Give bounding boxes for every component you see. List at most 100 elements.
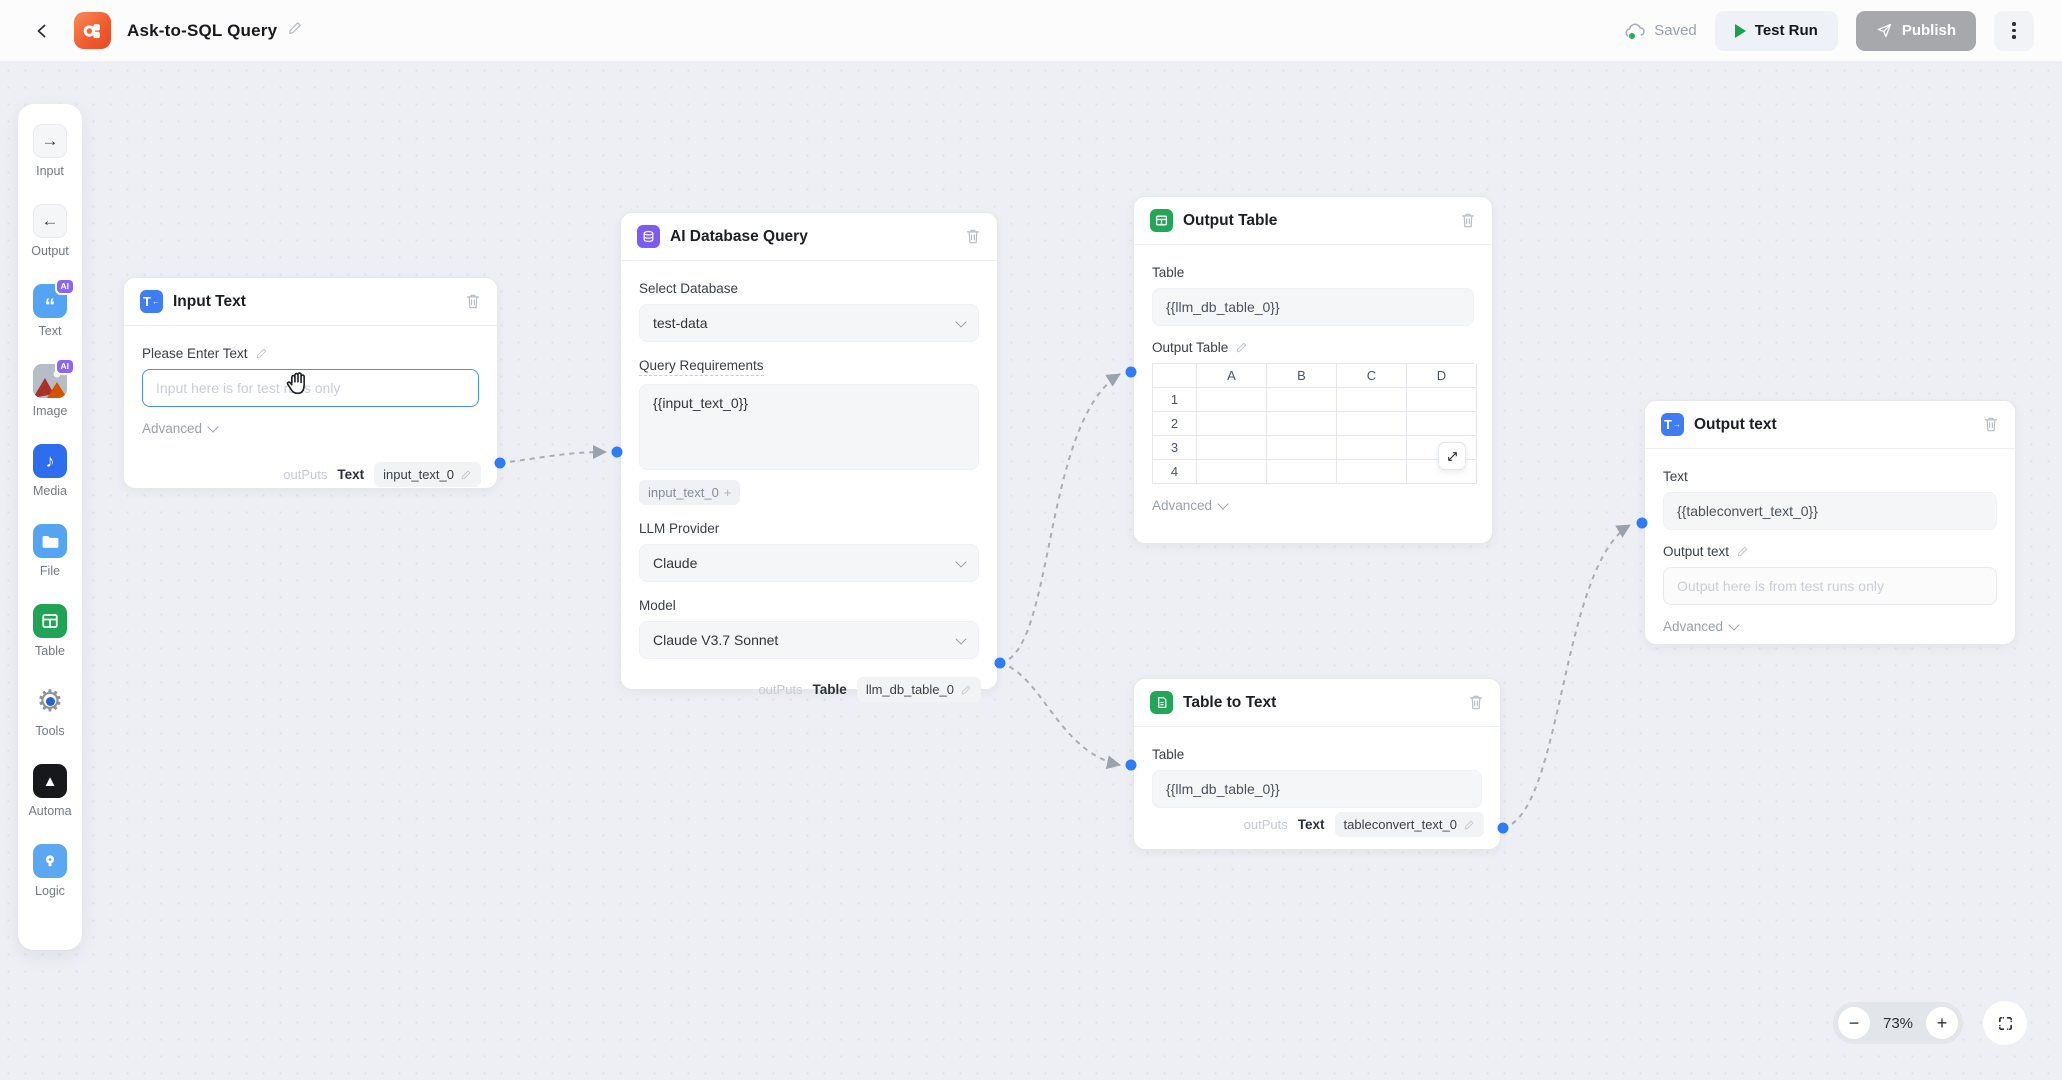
cell[interactable]	[1337, 436, 1407, 460]
advanced-toggle[interactable]: Advanced	[142, 421, 479, 436]
output-type: Table	[813, 682, 847, 697]
field-label: Output text	[1663, 544, 1997, 559]
output-variable-pill[interactable]: input_text_0	[374, 462, 481, 487]
test-run-button[interactable]: Test Run	[1715, 11, 1838, 51]
connector-tabletext-to-output	[1503, 525, 1630, 828]
field-label: Table	[1152, 747, 1482, 762]
cell[interactable]	[1337, 388, 1407, 412]
output-variable-pill[interactable]: llm_db_table_0	[857, 677, 981, 702]
cell[interactable]	[1197, 388, 1267, 412]
output-variable-pill[interactable]: tableconvert_text_0	[1335, 812, 1484, 837]
pencil-icon	[1463, 819, 1475, 831]
cell[interactable]	[1407, 388, 1477, 412]
node-output-table[interactable]: Output Table Table {{llm_db_table_0}} Ou…	[1133, 196, 1493, 544]
edit-title-icon[interactable]	[287, 20, 303, 41]
node-input-text[interactable]: T← Input Text Please Enter Text Advanced…	[123, 277, 498, 489]
table-variable-field[interactable]: {{llm_db_table_0}}	[1152, 288, 1474, 326]
node-title: Output Table	[1183, 212, 1277, 230]
chevron-down-icon	[1728, 619, 1739, 630]
chevron-down-icon	[955, 556, 966, 567]
table-variable-field[interactable]: {{llm_db_table_0}}	[1152, 770, 1482, 808]
cell[interactable]	[1267, 388, 1337, 412]
sidebar-item-table[interactable]: Table	[18, 604, 82, 684]
delete-node-icon[interactable]	[465, 293, 481, 310]
send-icon	[1876, 22, 1893, 39]
variable-chip[interactable]: input_text_0+	[639, 480, 740, 505]
output-table-grid[interactable]: A B C D 1 2 3 4	[1152, 363, 1474, 484]
chevron-down-icon	[955, 633, 966, 644]
delete-node-icon[interactable]	[1460, 212, 1476, 229]
database-node-icon	[637, 225, 660, 248]
cell[interactable]	[1407, 412, 1477, 436]
col-header: A	[1197, 364, 1267, 388]
back-button[interactable]	[28, 17, 56, 45]
more-options-button[interactable]	[1994, 11, 2034, 51]
pencil-icon[interactable]	[1736, 545, 1749, 558]
field-label: Table	[1152, 265, 1474, 280]
lightbulb-icon	[33, 844, 67, 878]
pencil-icon[interactable]	[255, 347, 268, 360]
field-label: Text	[1663, 469, 1997, 484]
cell[interactable]	[1267, 412, 1337, 436]
pencil-icon	[960, 684, 972, 696]
input-text-node-icon: T←	[140, 290, 163, 313]
output-text-input[interactable]	[1663, 567, 1997, 605]
publish-button[interactable]: Publish	[1856, 11, 1976, 51]
node-output-text[interactable]: T→ Output text Text {{tableconvert_text_…	[1644, 400, 2016, 645]
node-title: Output text	[1694, 416, 1777, 434]
advanced-toggle[interactable]: Advanced	[1663, 619, 1997, 634]
table-node-icon	[1150, 209, 1173, 232]
sidebar-item-media[interactable]: ♪ Media	[18, 444, 82, 524]
zoom-in-button[interactable]: +	[1926, 1007, 1958, 1039]
fullscreen-button[interactable]	[1983, 1001, 2027, 1045]
pencil-icon[interactable]	[1235, 341, 1248, 354]
node-title: Input Text	[173, 293, 246, 311]
model-select[interactable]: Claude V3.7 Sonnet	[639, 621, 979, 659]
output-type: Text	[1298, 817, 1325, 832]
connector-query-to-table	[1000, 374, 1120, 663]
advanced-toggle[interactable]: Advanced	[1152, 498, 1474, 513]
cell[interactable]	[1197, 436, 1267, 460]
delete-node-icon[interactable]	[1468, 694, 1484, 711]
field-label: Select Database	[639, 281, 979, 296]
test-text-input[interactable]	[142, 369, 479, 407]
node-table-to-text[interactable]: Table to Text Table {{llm_db_table_0}} o…	[1133, 678, 1501, 850]
cell[interactable]	[1337, 412, 1407, 436]
gear-icon: ⚙	[33, 684, 67, 718]
sidebar-item-image[interactable]: AI Image	[18, 364, 82, 444]
sidebar-item-logic[interactable]: Logic	[18, 844, 82, 924]
table-icon	[33, 604, 67, 638]
cell[interactable]	[1337, 460, 1407, 484]
zoom-out-button[interactable]: −	[1838, 1007, 1870, 1039]
delete-node-icon[interactable]	[965, 228, 981, 245]
query-requirements-textarea[interactable]: {{input_text_0}}	[639, 384, 979, 470]
sidebar-item-input[interactable]: → Input	[18, 124, 82, 204]
cell[interactable]	[1197, 412, 1267, 436]
node-ai-database-query[interactable]: AI Database Query Select Database test-d…	[620, 212, 998, 690]
expand-table-button[interactable]	[1438, 442, 1466, 470]
cell[interactable]	[1197, 460, 1267, 484]
ai-badge: AI	[55, 278, 76, 295]
outputs-label: outPuts	[1244, 817, 1288, 832]
sidebar-item-output[interactable]: ← Output	[18, 204, 82, 284]
output-text-node-icon: T→	[1661, 413, 1684, 436]
delete-node-icon[interactable]	[1983, 416, 1999, 433]
sidebar-item-file[interactable]: File	[18, 524, 82, 604]
database-select[interactable]: test-data	[639, 304, 979, 342]
row-header: 1	[1153, 388, 1197, 412]
cell[interactable]	[1267, 460, 1337, 484]
ai-badge: AI	[55, 358, 76, 375]
workflow-canvas[interactable]: → Input ← Output “ AI Text AI Image ♪	[0, 62, 2062, 1080]
field-label: Please Enter Text	[142, 346, 479, 361]
sidebar-item-text[interactable]: “ AI Text	[18, 284, 82, 364]
text-variable-field[interactable]: {{tableconvert_text_0}}	[1663, 492, 1997, 530]
row-header: 2	[1153, 412, 1197, 436]
play-icon	[1735, 24, 1746, 38]
cell[interactable]	[1267, 436, 1337, 460]
app-logo-icon	[74, 12, 111, 49]
llm-provider-select[interactable]: Claude	[639, 544, 979, 582]
sidebar-item-tools[interactable]: ⚙ Tools	[18, 684, 82, 764]
pencil-icon	[460, 469, 472, 481]
sidebar-item-automa[interactable]: ▲ Automa	[18, 764, 82, 844]
table-to-text-node-icon	[1150, 691, 1173, 714]
